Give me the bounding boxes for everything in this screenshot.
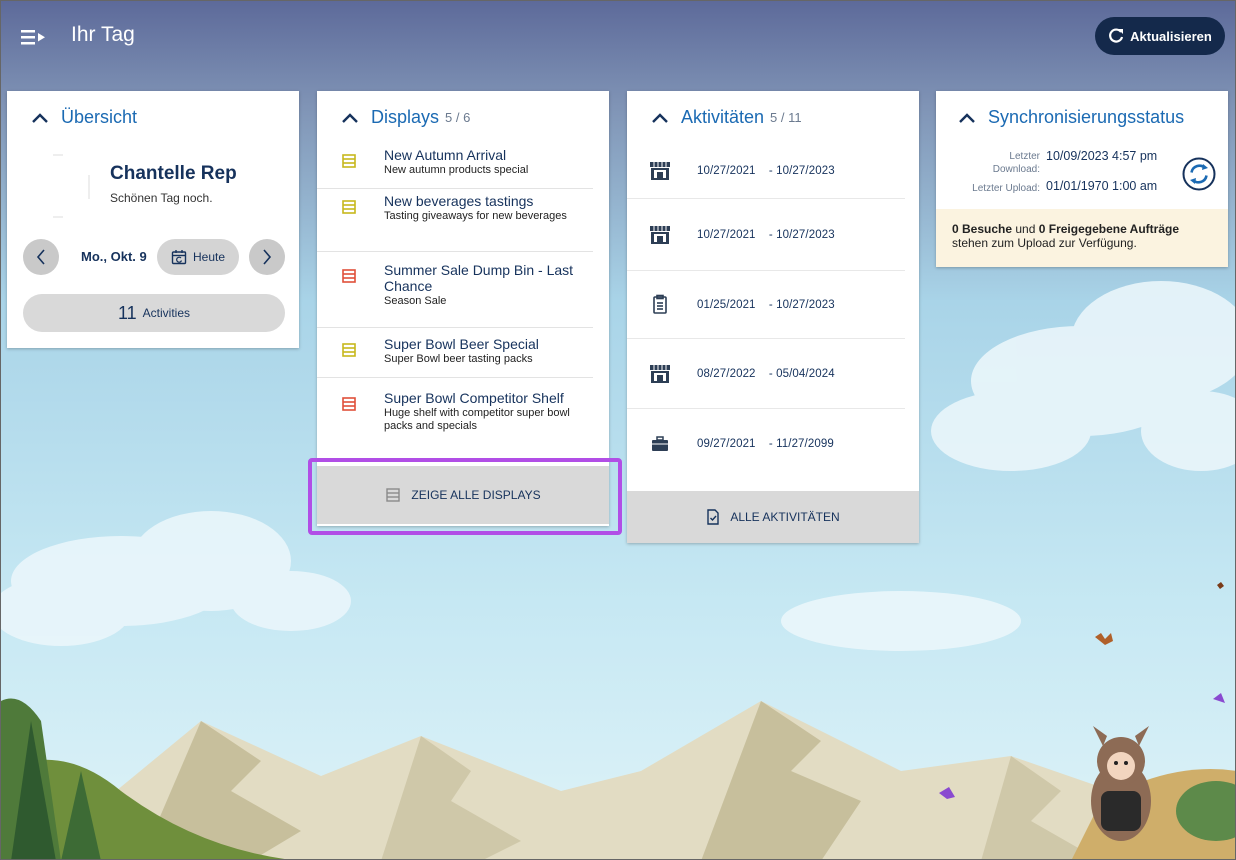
activity-start-date: 10/27/2021 [697, 228, 756, 241]
upload-available-text: stehen zum Upload zur Verfügung. [952, 236, 1137, 250]
display-subtitle: Tasting giveaways for new beverages [384, 210, 567, 222]
display-subtitle: New autumn products special [384, 164, 529, 176]
sync-icon[interactable] [1182, 157, 1216, 191]
display-title: New beverages tastings [384, 193, 534, 209]
refresh-icon [1109, 28, 1124, 43]
display-title: Summer Sale Dump Bin - Last Chance [384, 262, 574, 294]
briefcase-icon [652, 436, 668, 451]
shelf-icon [342, 397, 356, 411]
display-subtitle: Super Bowl beer tasting packs [384, 353, 533, 365]
displays-list: New Autumn Arrival New autumn products sp… [317, 143, 609, 446]
activities-list: 10/27/2021 - 10/27/2023 10/27/2021 - 10/… [627, 143, 919, 479]
display-item[interactable]: New Autumn Arrival New autumn products sp… [317, 143, 593, 189]
chevron-up-icon [652, 112, 668, 123]
document-check-icon [707, 509, 720, 525]
checklist-icon [653, 294, 667, 314]
store-icon [650, 161, 670, 180]
activity-item[interactable]: 08/27/2022 - 05/04/2024 [627, 339, 905, 409]
chevron-up-icon [959, 112, 975, 123]
last-download-label: Letzter Download: [976, 151, 1040, 175]
menu-icon[interactable] [21, 27, 47, 47]
calendar-icon [171, 250, 187, 265]
shelf-icon [342, 343, 356, 357]
activity-item[interactable]: 01/25/2021 - 10/27/2023 [627, 271, 905, 339]
sync-header[interactable]: Synchronisierungsstatus [958, 107, 1184, 128]
display-item[interactable]: Super Bowl Beer Special Super Bowl beer t… [317, 328, 593, 378]
app-window: Ihr Tag Aktualisieren Übersicht Chantell… [0, 0, 1236, 860]
orders-count: 0 Freigegebene Aufträge [1038, 222, 1180, 236]
display-subtitle: Huge shelf with competitor super bowl pa… [384, 407, 570, 432]
page-title: Ihr Tag [71, 23, 135, 46]
activities-card: Aktivitäten 5 / 11 10/27/2021 - 10/27/20… [627, 91, 919, 543]
activities-summary-button[interactable]: 11 Activities [23, 294, 285, 332]
next-day-button[interactable] [249, 239, 285, 275]
last-download-value: 10/09/2023 4:57 pm [1046, 149, 1158, 163]
display-subtitle: Season Sale [384, 295, 447, 307]
chevron-up-icon [32, 112, 48, 123]
activities-label: Activities [142, 306, 191, 320]
display-title: Super Bowl Beer Special [384, 336, 539, 352]
displays-header[interactable]: Displays 5 / 6 [341, 107, 470, 128]
sync-status-card: Synchronisierungsstatus Letzter Download… [936, 91, 1228, 267]
display-title: Super Bowl Competitor Shelf [384, 390, 564, 406]
activities-header[interactable]: Aktivitäten 5 / 11 [651, 107, 802, 128]
today-button[interactable]: Heute [157, 239, 239, 275]
shelf-icon [342, 200, 356, 214]
display-item[interactable]: Super Bowl Competitor Shelf Huge shelf wi… [317, 378, 593, 446]
last-download-label-line2: Download: [992, 164, 1040, 175]
displays-count: 5 / 6 [445, 110, 471, 125]
previous-day-button[interactable] [23, 239, 59, 275]
activity-start-date: 09/27/2021 [697, 438, 756, 450]
chevron-up-icon [342, 112, 358, 123]
activity-end-date: - 05/04/2024 [768, 367, 835, 380]
activity-item[interactable]: 09/27/2021 - 11/27/2099 [627, 409, 905, 479]
activities-title: Aktivitäten [681, 107, 765, 127]
greeting-text: Schönen Tag noch. [110, 191, 213, 205]
current-date: Mo., Okt. 9 [81, 249, 147, 264]
overview-title: Übersicht [61, 107, 138, 127]
refresh-button[interactable]: Aktualisieren [1095, 17, 1225, 55]
overview-header[interactable]: Übersicht [31, 107, 137, 128]
highlight-frame [308, 458, 622, 535]
activity-start-date: 10/27/2021 [697, 164, 756, 177]
upload-info: 0 Besuche und 0 Freigegebene Aufträge st… [936, 209, 1228, 267]
avatar [53, 154, 90, 218]
all-activities-button[interactable]: ALLE AKTIVITÄTEN [627, 491, 919, 543]
store-icon [650, 225, 670, 244]
chevron-right-icon [263, 249, 272, 265]
activities-count-badge: 5 / 11 [770, 110, 802, 125]
activity-start-date: 08/27/2022 [697, 367, 756, 380]
activity-item[interactable]: 10/27/2021 - 10/27/2023 [627, 143, 905, 199]
user-name: Chantelle Rep [110, 163, 237, 184]
today-label: Heute [192, 250, 226, 264]
activities-count: 11 [117, 302, 137, 323]
all-activities-label: ALLE AKTIVITÄTEN [730, 510, 840, 524]
display-title: New Autumn Arrival [384, 147, 507, 163]
refresh-label: Aktualisieren [1130, 28, 1212, 44]
sync-title: Synchronisierungsstatus [988, 107, 1185, 127]
activity-start-date: 01/25/2021 [697, 298, 756, 311]
display-item[interactable]: New beverages tastings Tasting giveaways … [317, 189, 593, 252]
display-item[interactable]: Summer Sale Dump Bin - Last Chance Season… [317, 252, 593, 328]
activity-end-date: - 10/27/2023 [768, 298, 835, 311]
chevron-left-icon [36, 249, 45, 265]
and-text: und [1015, 222, 1036, 236]
displays-title: Displays [371, 107, 440, 127]
last-upload-label: Letzter Upload: [972, 183, 1040, 194]
top-bar: Ihr Tag Aktualisieren [1, 1, 1235, 73]
overview-card: Übersicht Chantelle Rep Schönen Tag noch… [7, 91, 299, 348]
activity-end-date: - 10/27/2023 [768, 228, 835, 241]
store-icon [650, 364, 670, 383]
shelf-icon [342, 154, 356, 168]
last-download-label-line1: Letzter [1009, 151, 1040, 162]
date-navigation: Mo., Okt. 9 Heute [23, 239, 285, 275]
last-upload-value: 01/01/1970 1:00 am [1046, 179, 1158, 193]
activity-end-date: - 10/27/2023 [768, 164, 835, 177]
shelf-icon [342, 269, 356, 283]
visits-count: 0 Besuche [952, 222, 1013, 236]
activity-item[interactable]: 10/27/2021 - 10/27/2023 [627, 199, 905, 271]
activity-end-date: - 11/27/2099 [768, 438, 834, 450]
